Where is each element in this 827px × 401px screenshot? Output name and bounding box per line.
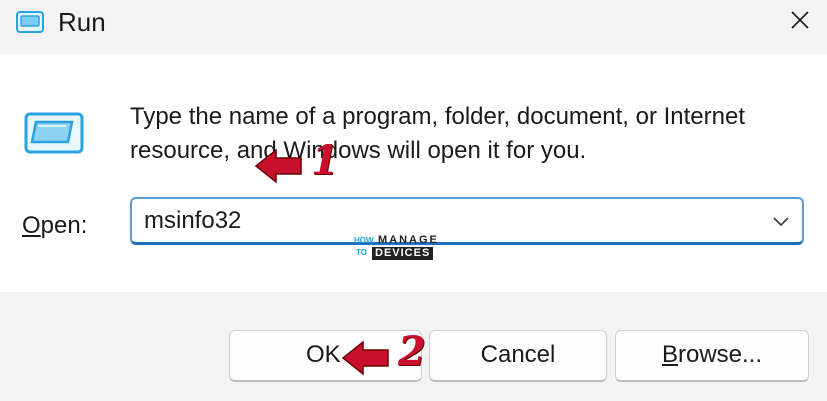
annotation-step-1: 1 [311,137,339,184]
watermark-to: TO [356,248,367,257]
browse-button[interactable]: Browse... [615,330,809,382]
open-label-text: pen: [40,212,88,239]
window-title: Run [58,7,106,37]
chevron-down-icon[interactable] [770,211,792,231]
open-combobox[interactable]: msinfo32 [130,197,804,245]
run-app-icon [16,11,44,33]
howtomanagedevices-watermark: HOW TO MANAGE DEVICES [354,234,450,264]
open-label: Open: [22,211,87,241]
browse-button-mnemonic: B [661,341,678,368]
watermark-how: HOW [354,236,374,245]
watermark-devices: DEVICES [372,247,434,260]
dialog-body: Type the name of a program, folder, docu… [0,54,827,292]
close-button[interactable] [773,0,827,40]
annotation-arrow-1 [254,148,302,184]
ok-button[interactable]: OK [229,330,422,382]
run-dialog-icon [24,112,84,154]
watermark-manage: MANAGE [378,234,439,246]
description-text: Type the name of a program, folder, docu… [130,103,746,164]
close-icon [791,11,809,29]
open-input[interactable]: msinfo32 [144,205,241,237]
open-label-mnemonic: O [22,212,41,239]
cancel-button[interactable]: Cancel [429,330,607,382]
annotation-arrow-2 [341,340,389,376]
title-bar: Run [0,0,827,54]
cancel-button-label: Cancel [480,341,556,368]
browse-button-label: rowse... [677,341,763,368]
ok-button-label: OK [306,341,341,368]
annotation-step-2: 2 [398,328,426,375]
